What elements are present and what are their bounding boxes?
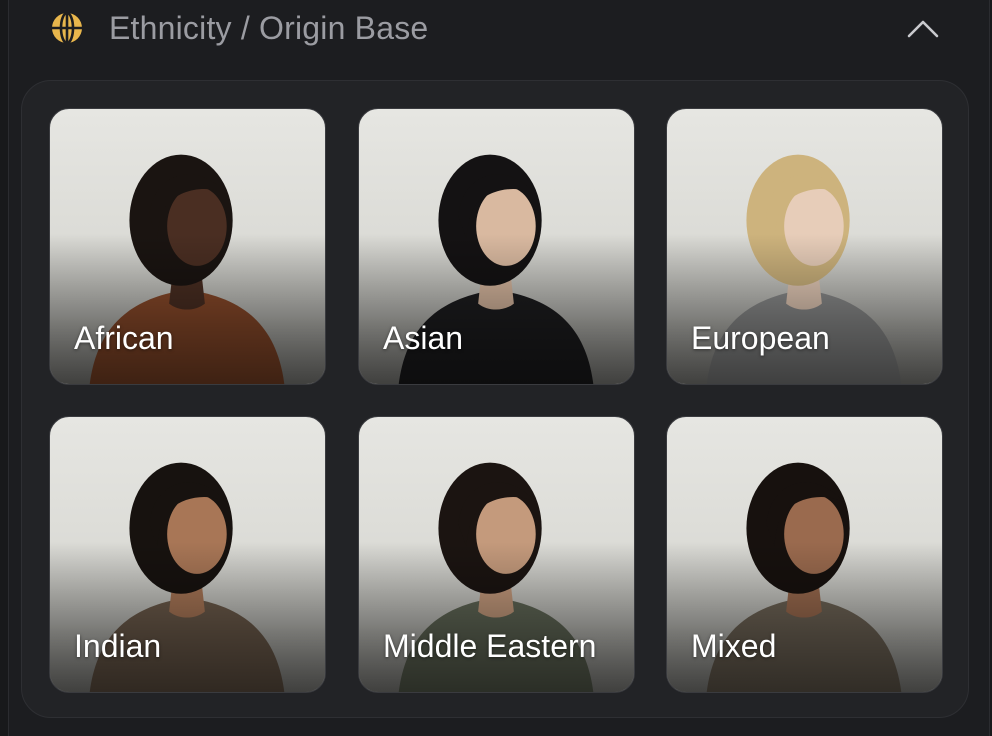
ethnicity-section: Ethnicity / Origin Base African Asian Eu… — [8, 0, 990, 736]
option-label: Mixed — [691, 628, 777, 664]
option-card-european[interactable]: European — [666, 108, 943, 385]
section-title: Ethnicity / Origin Base — [109, 10, 429, 46]
option-card-african[interactable]: African — [49, 108, 326, 385]
option-label: Asian — [383, 320, 464, 356]
option-card-indian[interactable]: Indian — [49, 416, 326, 693]
option-card-asian[interactable]: Asian — [358, 108, 635, 385]
section-header[interactable]: Ethnicity / Origin Base — [9, 0, 989, 60]
option-card-mixed[interactable]: Mixed — [666, 416, 943, 693]
chevron-up-icon[interactable] — [905, 14, 941, 42]
globe-icon — [52, 12, 82, 44]
option-label: African — [74, 320, 174, 356]
option-label: Indian — [74, 628, 162, 664]
ethnicity-options-grid: African Asian European Indian Middle Eas… — [21, 80, 969, 718]
option-label: Middle Eastern — [383, 628, 597, 664]
option-card-middle-eastern[interactable]: Middle Eastern — [358, 416, 635, 693]
option-label: European — [691, 320, 830, 356]
